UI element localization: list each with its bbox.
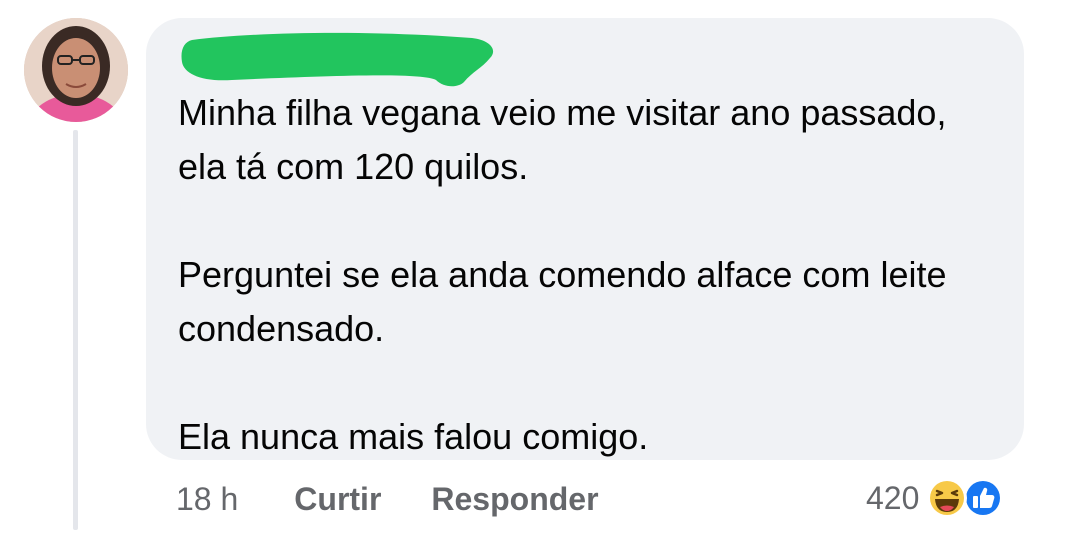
comment-timestamp[interactable]: 18 h bbox=[176, 481, 238, 518]
reactions-summary[interactable]: 420 bbox=[866, 472, 1005, 524]
comment-paragraph: Perguntei se ela anda comendo alface com… bbox=[178, 254, 947, 349]
comment-paragraph: Ela nunca mais falou comigo. bbox=[178, 416, 649, 457]
comment-paragraph: Minha filha vegana veio me visitar ano p… bbox=[178, 92, 947, 187]
haha-icon bbox=[927, 478, 968, 518]
reply-button[interactable]: Responder bbox=[431, 481, 598, 518]
author-area[interactable] bbox=[176, 26, 506, 87]
comment-text: Minha filha vegana veio me visitar ano p… bbox=[178, 86, 998, 464]
redaction-mark bbox=[181, 32, 494, 87]
reaction-icons bbox=[925, 476, 1005, 520]
thread-line bbox=[73, 130, 78, 530]
comment-actions: 18 h Curtir Responder bbox=[176, 474, 649, 524]
avatar[interactable] bbox=[24, 18, 128, 122]
avatar-photo bbox=[24, 18, 128, 122]
like-button[interactable]: Curtir bbox=[294, 481, 381, 518]
reaction-count: 420 bbox=[866, 479, 920, 516]
comment-bubble: Minha filha vegana veio me visitar ano p… bbox=[146, 18, 1024, 460]
